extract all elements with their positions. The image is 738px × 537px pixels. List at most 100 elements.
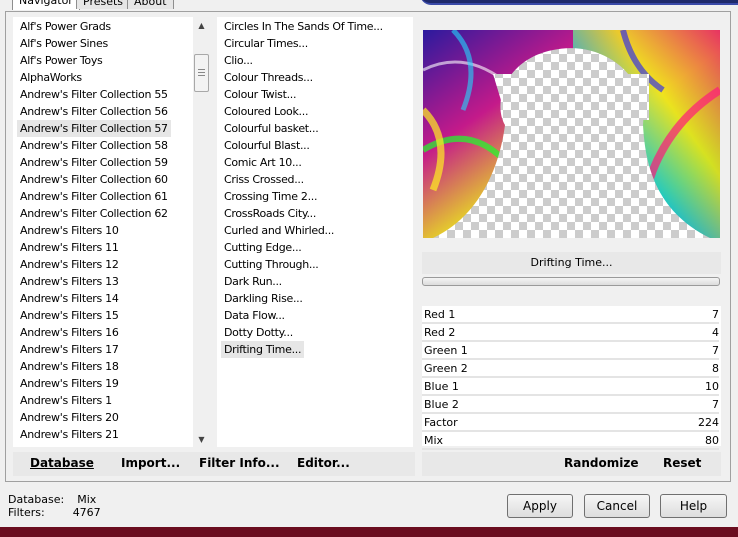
parameter-slider-blue-2[interactable]: Blue 2 7 <box>422 396 721 414</box>
filter-item[interactable]: Colourful basket... <box>221 120 321 137</box>
status-filters: Filters: 4767 <box>8 506 101 519</box>
slider-track[interactable] <box>422 448 719 450</box>
filter-item[interactable]: Crossing Time 2... <box>221 188 320 205</box>
parameter-value: 7 <box>712 308 719 321</box>
parameter-value: 4 <box>712 326 719 339</box>
filter-item[interactable]: Dotty Dotty... <box>221 324 296 341</box>
filter-info-button[interactable]: Filter Info... <box>199 452 280 474</box>
parameter-value: 7 <box>712 398 719 411</box>
category-item[interactable]: Andrew's Filters 13 <box>17 273 122 290</box>
filter-item[interactable]: Curled and Whirled... <box>221 222 337 239</box>
filter-item[interactable]: Drifting Time... <box>221 341 305 358</box>
filter-item[interactable]: Dark Run... <box>221 273 285 290</box>
category-item[interactable]: Andrew's Filters 21 <box>17 426 122 443</box>
category-item[interactable]: Alf's Power Grads <box>17 18 114 35</box>
parameter-value: 224 <box>698 416 719 429</box>
status-database-label: Database: <box>8 493 65 506</box>
filter-item[interactable]: Criss Crossed... <box>221 171 307 188</box>
status-filters-value: 4767 <box>72 506 101 519</box>
category-item[interactable]: Andrew's Filter Collection 55 <box>17 86 171 103</box>
category-item[interactable]: Andrew's Filters 12 <box>17 256 122 273</box>
category-item[interactable]: Andrew's Filter Collection 59 <box>17 154 171 171</box>
filter-item[interactable]: Darkling Rise... <box>221 290 306 307</box>
parameter-label: Factor <box>424 416 458 429</box>
parameter-label: Red 1 <box>424 308 456 321</box>
category-item[interactable]: Andrew's Filter Collection 57 <box>17 120 171 137</box>
current-filter-name: Drifting Time... <box>422 252 721 274</box>
reset-button[interactable]: Reset <box>663 452 701 474</box>
editor-button[interactable]: Editor... <box>297 452 350 474</box>
scroll-down-arrow-icon[interactable]: ▼ <box>193 431 210 448</box>
preview-image <box>423 30 720 238</box>
parameter-slider-green-1[interactable]: Green 1 7 <box>422 342 721 360</box>
filter-item[interactable]: Cutting Edge... <box>221 239 304 256</box>
parameter-slider-blue-1[interactable]: Blue 1 10 <box>422 378 721 396</box>
progress-bar <box>422 277 720 286</box>
category-item[interactable]: Andrew's Filters 10 <box>17 222 122 239</box>
category-item[interactable]: Andrew's Filters 20 <box>17 409 122 426</box>
randomize-button[interactable]: Randomize <box>564 452 638 474</box>
parameter-slider-factor[interactable]: Factor 224 <box>422 414 721 432</box>
filter-item[interactable]: Circles In The Sands Of Time... <box>221 18 386 35</box>
parameter-label: Green 2 <box>424 362 468 375</box>
filter-item[interactable]: Cutting Through... <box>221 256 322 273</box>
parameter-slider-mix[interactable]: Mix 80 <box>422 432 721 450</box>
parameter-value: 7 <box>712 344 719 357</box>
category-item[interactable]: Alf's Power Sines <box>17 35 111 52</box>
database-button[interactable]: Database <box>30 452 94 474</box>
category-item[interactable]: AlphaWorks <box>17 69 85 86</box>
category-scrollbar[interactable]: ▲ ▼ <box>193 17 209 447</box>
filter-item[interactable]: Clio... <box>221 52 256 69</box>
category-item[interactable]: Andrew's Filter Collection 56 <box>17 103 171 120</box>
parameter-label: Blue 1 <box>424 380 459 393</box>
grip-line <box>198 72 205 73</box>
tab-presets[interactable]: Presets <box>76 0 131 9</box>
category-item[interactable]: Andrew's Filter Collection 60 <box>17 171 171 188</box>
parameter-label: Green 1 <box>424 344 468 357</box>
category-item[interactable]: Alf's Power Toys <box>17 52 105 69</box>
filter-item[interactable]: Colour Threads... <box>221 69 316 86</box>
help-button[interactable]: Help <box>660 494 727 518</box>
filter-item[interactable]: Circular Times... <box>221 35 311 52</box>
grip-line <box>198 69 205 70</box>
category-item[interactable]: Andrew's Filters 15 <box>17 307 122 324</box>
tab-navigator[interactable]: Navigator <box>12 0 80 10</box>
parameter-label: Red 2 <box>424 326 456 339</box>
filter-item[interactable]: Colourful Blast... <box>221 137 313 154</box>
category-item[interactable]: Andrew's Filter Collection 61 <box>17 188 171 205</box>
filter-item[interactable]: CrossRoads City... <box>221 205 319 222</box>
tab-about[interactable]: About <box>127 0 174 9</box>
filter-item[interactable]: Data Flow... <box>221 307 288 324</box>
parameter-label: Mix <box>424 434 444 447</box>
category-item[interactable]: Andrew's Filters 1 <box>17 392 115 409</box>
scroll-thumb[interactable] <box>194 54 209 92</box>
parameter-label: Blue 2 <box>424 398 459 411</box>
parameter-slider-red-1[interactable]: Red 1 7 <box>422 306 721 324</box>
category-item[interactable]: Andrew's Filters 14 <box>17 290 122 307</box>
parameter-slider-red-2[interactable]: Red 2 4 <box>422 324 721 342</box>
category-item[interactable]: Andrew's Filters 19 <box>17 375 122 392</box>
apply-button[interactable]: Apply <box>507 494 573 518</box>
status-database-value: Mix <box>77 493 97 506</box>
category-item[interactable]: Andrew's Filter Collection 62 <box>17 205 171 222</box>
parameter-value: 80 <box>705 434 719 447</box>
category-item[interactable]: Andrew's Filters 17 <box>17 341 122 358</box>
filter-item[interactable]: Comic Art 10... <box>221 154 305 171</box>
category-item[interactable]: Andrew's Filters 11 <box>17 239 122 256</box>
parameter-slider-green-2[interactable]: Green 2 8 <box>422 360 721 378</box>
cancel-button[interactable]: Cancel <box>584 494 650 518</box>
database-button-bar: Database Import... Filter Info... Editor… <box>13 452 415 476</box>
category-item[interactable]: Andrew's Filters 18 <box>17 358 122 375</box>
window-decoration <box>420 0 738 5</box>
category-item[interactable]: Andrew's Filter Collection 58 <box>17 137 171 154</box>
status-database: Database: Mix <box>8 493 96 506</box>
parameter-panel: Red 1 7 Red 2 4 Green 1 7 Green 2 8 Blue 1 10 Blue… <box>422 306 721 450</box>
filter-item[interactable]: Colour Twist... <box>221 86 299 103</box>
import-button[interactable]: Import... <box>121 452 180 474</box>
scroll-up-arrow-icon[interactable]: ▲ <box>193 17 210 34</box>
category-list: Alf's Power Grads Alf's Power Sines Alf's … <box>13 17 209 447</box>
category-item[interactable]: Andrew's Filters 16 <box>17 324 122 341</box>
filter-item[interactable]: Coloured Look... <box>221 103 311 120</box>
parameter-value: 8 <box>712 362 719 375</box>
parameter-button-bar: Randomize Reset <box>422 452 721 476</box>
